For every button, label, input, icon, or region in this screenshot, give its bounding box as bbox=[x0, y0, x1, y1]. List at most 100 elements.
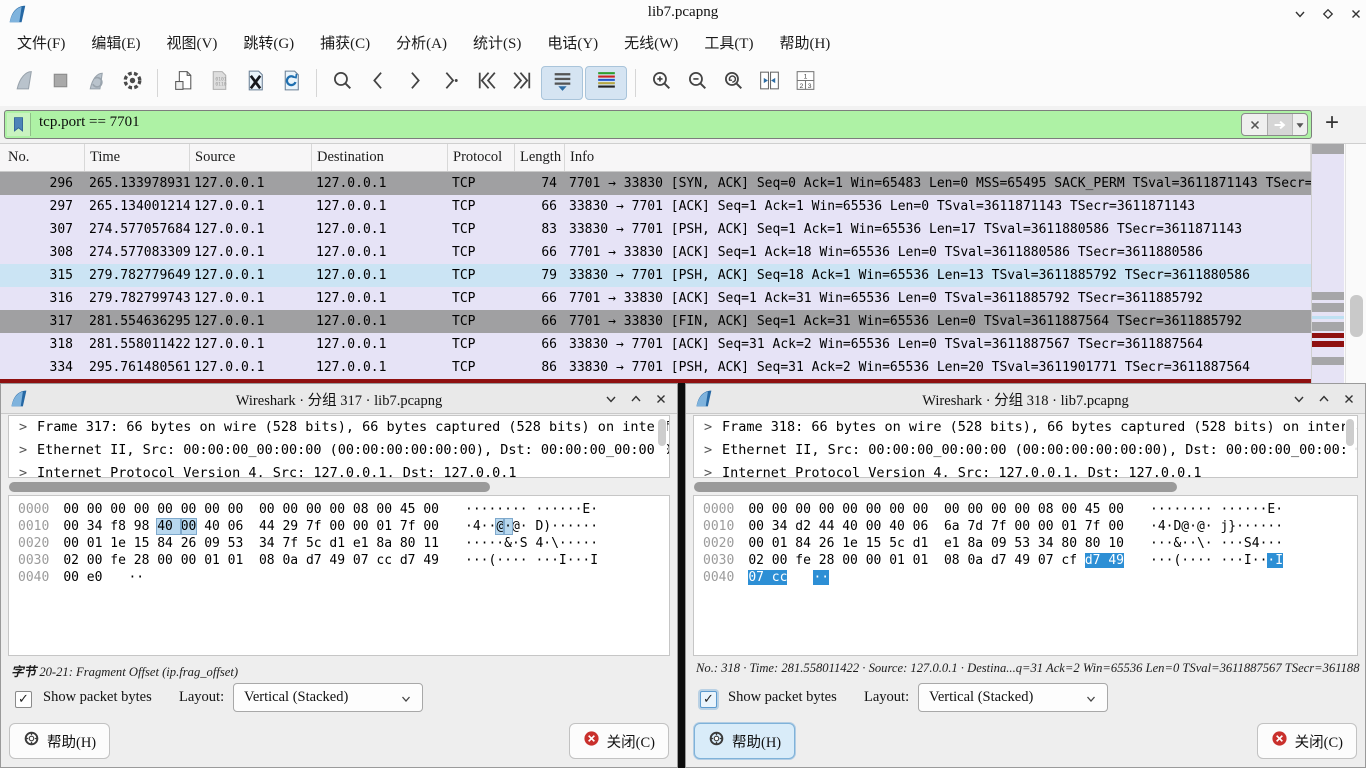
minimize-icon[interactable] bbox=[603, 391, 619, 407]
go-forward-button[interactable] bbox=[397, 66, 431, 100]
stop-capture-button[interactable] bbox=[43, 66, 77, 100]
hex-line-0010[interactable]: 001000 34 f8 98 40 00 40 06 44 29 7f 00 … bbox=[9, 518, 669, 535]
bookmark-icon[interactable] bbox=[7, 113, 31, 136]
menu-item-8[interactable]: 无线(W) bbox=[611, 28, 691, 60]
filter-apply-icon[interactable] bbox=[1267, 114, 1292, 135]
menu-item-7[interactable]: 电话(Y) bbox=[534, 28, 611, 60]
hex-line-0000[interactable]: 000000 00 00 00 00 00 00 00 00 00 00 00 … bbox=[694, 501, 1357, 518]
tree-row-2[interactable]: >Internet Protocol Version 4, Src: 127.0… bbox=[9, 462, 669, 478]
colorize-button[interactable] bbox=[585, 66, 627, 100]
hex-line-0020[interactable]: 002000 01 1e 15 84 26 09 53 34 7f 5c d1 … bbox=[9, 535, 669, 552]
menu-item-0[interactable]: 文件(F) bbox=[4, 28, 78, 60]
close-icon[interactable] bbox=[1341, 391, 1357, 407]
filter-expression[interactable]: tcp.port == 7701 bbox=[39, 114, 140, 131]
expander-icon[interactable]: > bbox=[704, 462, 712, 478]
auto-scroll-button[interactable] bbox=[541, 66, 583, 100]
expander-icon[interactable]: > bbox=[19, 416, 27, 439]
column-header-no[interactable]: No. bbox=[0, 144, 85, 171]
packet-bytes-pane[interactable]: 000000 00 00 00 00 00 00 00 00 00 00 00 … bbox=[693, 495, 1358, 656]
close-button[interactable]: 关闭(C) bbox=[569, 723, 669, 759]
display-filter-input[interactable]: tcp.port == 7701 bbox=[4, 110, 1312, 139]
expander-icon[interactable]: > bbox=[704, 416, 712, 439]
save-file-button[interactable]: 01010110 bbox=[202, 66, 236, 100]
packet-row-296[interactable]: 296265.133978931127.0.0.1127.0.0.1TCP747… bbox=[0, 172, 1311, 195]
menu-item-1[interactable]: 编辑(E) bbox=[78, 28, 153, 60]
packet-row-317[interactable]: 317281.554636295127.0.0.1127.0.0.1TCP667… bbox=[0, 310, 1311, 333]
column-header-protocol[interactable]: Protocol bbox=[448, 144, 515, 171]
menu-item-9[interactable]: 工具(T) bbox=[691, 28, 766, 60]
capture-options-button[interactable] bbox=[115, 66, 149, 100]
column-header-time[interactable]: Time bbox=[85, 144, 190, 171]
packet-bytes-pane[interactable]: 000000 00 00 00 00 00 00 00 00 00 00 00 … bbox=[8, 495, 670, 656]
packet-row-315[interactable]: 315279.782779649127.0.0.1127.0.0.1TCP793… bbox=[0, 264, 1311, 287]
menu-item-6[interactable]: 统计(S) bbox=[460, 28, 534, 60]
tree-row-0[interactable]: >Frame 318: 66 bytes on wire (528 bits),… bbox=[694, 416, 1357, 439]
hex-line-0030[interactable]: 003002 00 fe 28 00 00 01 01 08 0a d7 49 … bbox=[694, 552, 1357, 569]
hex-line-0000[interactable]: 000000 00 00 00 00 00 00 00 00 00 00 00 … bbox=[9, 501, 669, 518]
start-capture-button[interactable] bbox=[7, 66, 41, 100]
menu-item-10[interactable]: 帮助(H) bbox=[766, 28, 843, 60]
zoom-out-button[interactable] bbox=[680, 66, 714, 100]
help-button[interactable]: 帮助(H) bbox=[9, 723, 110, 759]
maximize-icon[interactable] bbox=[628, 391, 644, 407]
tree-scrollbar[interactable] bbox=[1345, 418, 1355, 476]
column-header-info[interactable]: Info bbox=[565, 144, 1311, 171]
hex-line-0040[interactable]: 004007 cc·· bbox=[694, 569, 1357, 586]
filter-dropdown-icon[interactable] bbox=[1292, 114, 1307, 135]
layout-select[interactable]: Vertical (Stacked) bbox=[233, 683, 423, 712]
find-packet-button[interactable] bbox=[325, 66, 359, 100]
hex-line-0040[interactable]: 004000 e0·· bbox=[9, 569, 669, 586]
open-file-button[interactable] bbox=[166, 66, 200, 100]
column-header-length[interactable]: Length bbox=[515, 144, 565, 171]
expander-icon[interactable]: > bbox=[19, 439, 27, 462]
packet-row-334[interactable]: 334295.761480561127.0.0.1127.0.0.1TCP863… bbox=[0, 356, 1311, 379]
tree-row-1[interactable]: >Ethernet II, Src: 00:00:00_00:00:00 (00… bbox=[9, 439, 669, 462]
packet-row-308[interactable]: 308274.577083309127.0.0.1127.0.0.1TCP667… bbox=[0, 241, 1311, 264]
tree-hscrollbar[interactable] bbox=[690, 482, 1361, 492]
tree-scrollbar[interactable] bbox=[657, 418, 667, 476]
expander-icon[interactable]: > bbox=[704, 439, 712, 462]
filter-clear-icon[interactable] bbox=[1242, 114, 1267, 135]
packet-row-307[interactable]: 307274.577057684127.0.0.1127.0.0.1TCP833… bbox=[0, 218, 1311, 241]
close-icon[interactable] bbox=[1348, 6, 1364, 22]
maximize-icon[interactable] bbox=[1320, 6, 1336, 22]
go-first-button[interactable] bbox=[469, 66, 503, 100]
layout-select[interactable]: Vertical (Stacked) bbox=[918, 683, 1108, 712]
intelligent-scrollbar-minimap[interactable] bbox=[1311, 144, 1344, 383]
packet-row-297[interactable]: 297265.134001214127.0.0.1127.0.0.1TCP663… bbox=[0, 195, 1311, 218]
go-back-button[interactable] bbox=[361, 66, 395, 100]
menu-item-4[interactable]: 捕获(C) bbox=[307, 28, 383, 60]
show-packet-bytes-checkbox[interactable]: ✓ bbox=[700, 691, 717, 708]
zoom-reset-button[interactable] bbox=[716, 66, 750, 100]
hex-line-0020[interactable]: 002000 01 84 26 1e 15 5c d1 e1 8a 09 53 … bbox=[694, 535, 1357, 552]
close-file-button[interactable] bbox=[238, 66, 272, 100]
close-icon[interactable] bbox=[653, 391, 669, 407]
zoom-in-button[interactable] bbox=[644, 66, 678, 100]
packet-row-316[interactable]: 316279.782799743127.0.0.1127.0.0.1TCP667… bbox=[0, 287, 1311, 310]
menu-item-2[interactable]: 视图(V) bbox=[154, 28, 231, 60]
restart-capture-button[interactable] bbox=[79, 66, 113, 100]
help-button[interactable]: 帮助(H) bbox=[694, 723, 795, 759]
filter-add-button[interactable]: + bbox=[1320, 109, 1344, 137]
resize-columns-button[interactable] bbox=[752, 66, 786, 100]
tree-row-1[interactable]: >Ethernet II, Src: 00:00:00_00:00:00 (00… bbox=[694, 439, 1357, 462]
tree-row-2[interactable]: >Internet Protocol Version 4, Src: 127.0… bbox=[694, 462, 1357, 478]
tree-hscrollbar[interactable] bbox=[5, 482, 673, 492]
go-to-packet-button[interactable] bbox=[433, 66, 467, 100]
packet-row-318[interactable]: 318281.558011422127.0.0.1127.0.0.1TCP663… bbox=[0, 333, 1311, 356]
numbered-columns-button[interactable]: 123 bbox=[788, 66, 822, 100]
reload-file-button[interactable] bbox=[274, 66, 308, 100]
minimize-icon[interactable] bbox=[1292, 6, 1308, 22]
minimize-icon[interactable] bbox=[1291, 391, 1307, 407]
scrollbar-handle[interactable] bbox=[1350, 295, 1363, 337]
tree-row-0[interactable]: >Frame 317: 66 bytes on wire (528 bits),… bbox=[9, 416, 669, 439]
column-header-destination[interactable]: Destination bbox=[312, 144, 448, 171]
close-button[interactable]: 关闭(C) bbox=[1257, 723, 1357, 759]
expander-icon[interactable]: > bbox=[19, 462, 27, 478]
column-header-source[interactable]: Source bbox=[190, 144, 312, 171]
go-last-button[interactable] bbox=[505, 66, 539, 100]
menu-item-3[interactable]: 跳转(G) bbox=[230, 28, 307, 60]
hex-line-0010[interactable]: 001000 34 d2 44 40 00 40 06 6a 7d 7f 00 … bbox=[694, 518, 1357, 535]
packet-list-scrollbar[interactable] bbox=[1345, 144, 1366, 383]
show-packet-bytes-checkbox[interactable]: ✓ bbox=[15, 691, 32, 708]
